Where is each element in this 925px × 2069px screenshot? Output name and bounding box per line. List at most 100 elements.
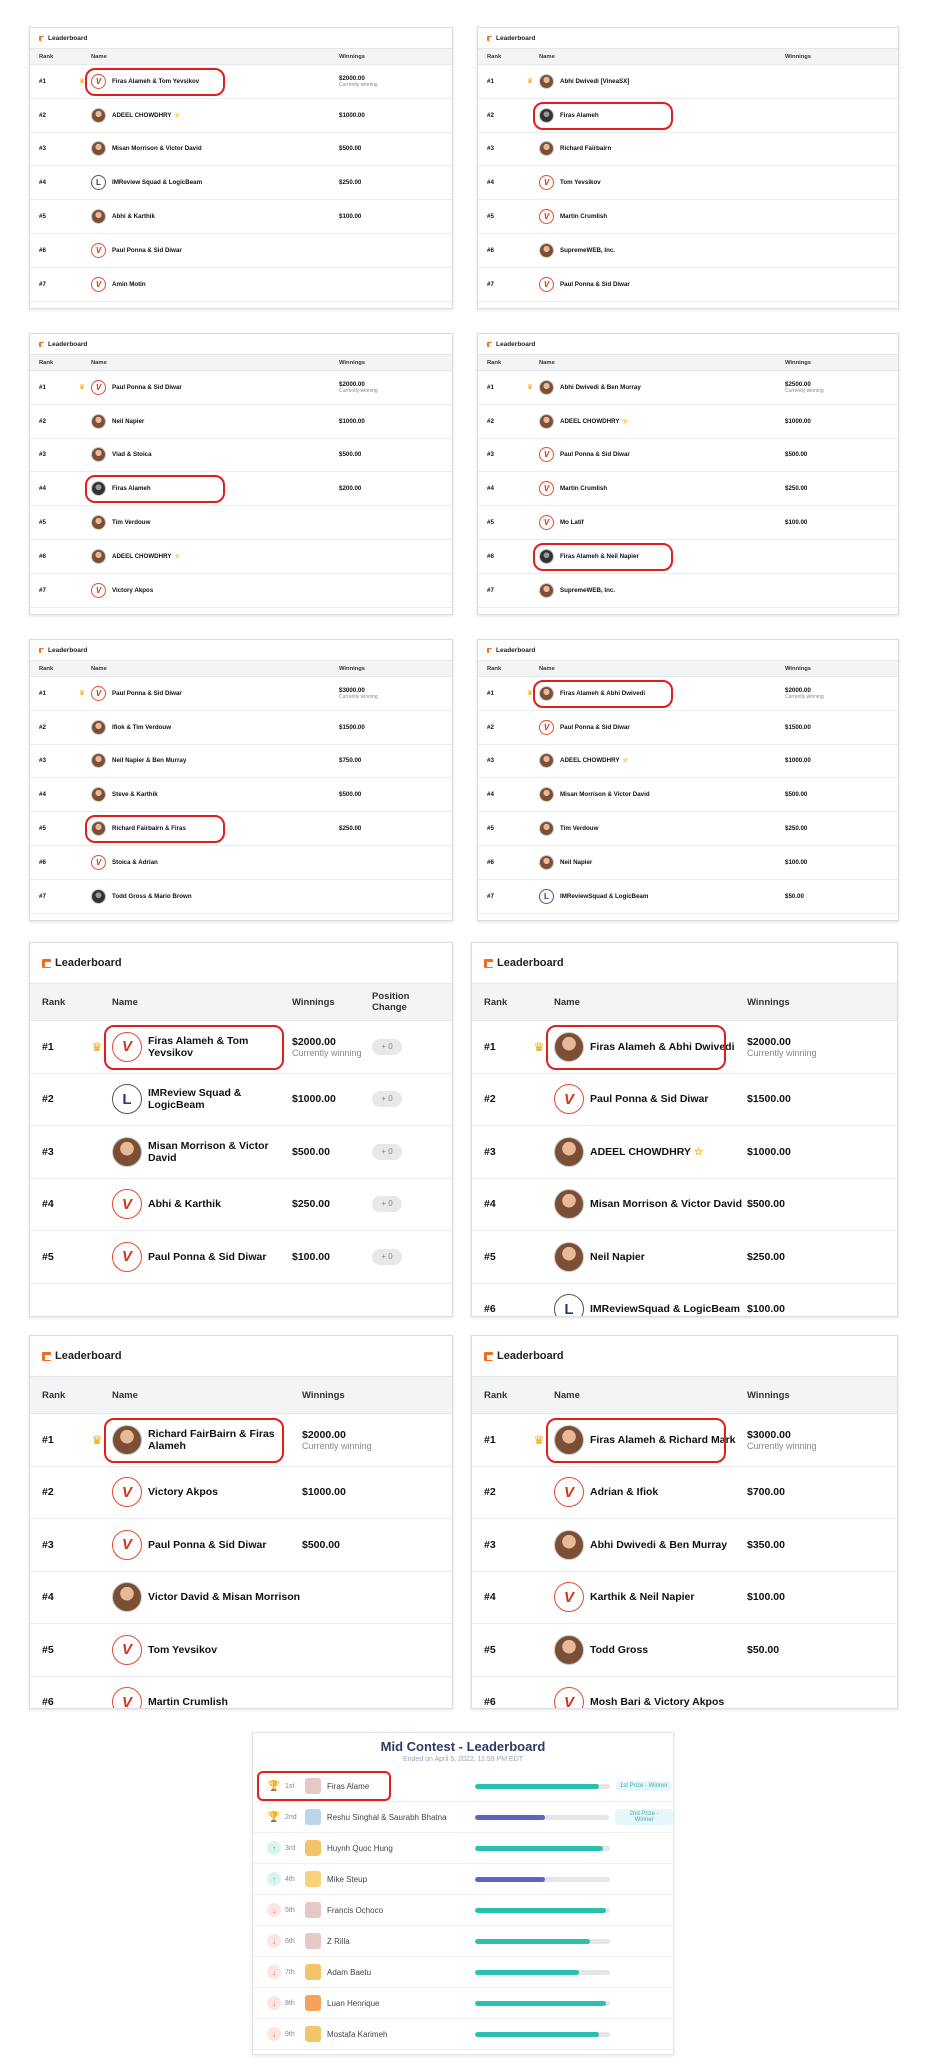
rank-cell: #1 <box>484 1433 496 1446</box>
table-row[interactable]: #6 V Martin Crumlish <box>30 1677 452 1708</box>
table-row[interactable]: #1 ♛ V Firas Alameh & Tom Yevsikov $2000.00 C… <box>30 1021 452 1074</box>
mid-row[interactable]: ↑ 4th Mike Steup <box>253 1864 673 1895</box>
table-row[interactable]: #1 ♛ V Paul Ponna & Sid Diwar $3000.00 Curren… <box>30 677 452 711</box>
participant-name: Victor David & Misan Morrison <box>148 1591 301 1604</box>
participant-name: Abhi & Karthik <box>112 213 155 221</box>
table-row[interactable]: #5 Abhi & Karthik $100.00 <box>30 200 452 234</box>
crown-icon: ♛ <box>91 1039 103 1054</box>
table-row[interactable]: #6 L IMReviewSquad & LogicBeam $100.00 <box>472 1284 897 1316</box>
rank-cell: #6 <box>487 552 494 560</box>
col-name: Name <box>539 53 555 60</box>
table-row[interactable]: #2 V Adrian & Ifiok $700.00 <box>472 1467 897 1519</box>
table-row[interactable]: #2 V Paul Ponna & Sid Diwar $1500.00 <box>472 1074 897 1126</box>
mid-row[interactable]: ↓ 7th Adam Baetu <box>253 1957 673 1988</box>
table-row[interactable]: #3 V Paul Ponna & Sid Diwar $500.00 <box>478 439 898 473</box>
table-row[interactable]: #5 Neil Napier $250.00 <box>472 1231 897 1284</box>
winnings-cell: $350.00 <box>747 1539 887 1551</box>
table-row[interactable]: #6 ADEEL CHOWDHRY ☆ <box>30 540 452 574</box>
table-row[interactable]: #6 Neil Napier $100.00 <box>478 846 898 880</box>
mid-row[interactable]: ↓ 9th Mostafa Karimeh <box>253 2019 673 2050</box>
progress-bar <box>475 2031 610 2037</box>
table-row[interactable]: #7 V Amin Motin <box>30 268 452 302</box>
col-name: Name <box>554 996 580 1008</box>
table-row[interactable]: #7 V Victory Akpos <box>30 574 452 608</box>
mid-row[interactable]: ↓ 5th Francis Ochoco <box>253 1895 673 1926</box>
table-row[interactable]: #5 V Tom Yevsikov <box>30 1624 452 1677</box>
table-row[interactable]: #4 V Abhi & Karthik $250.00 + 0 <box>30 1179 452 1231</box>
table-row[interactable]: #1 ♛ Firas Alameh & Abhi Dwivedi $2000.00 Cu… <box>472 1021 897 1074</box>
table-row[interactable]: #6 V Mosh Bari & Victory Akpos <box>472 1677 897 1708</box>
table-row[interactable]: #5 Richard Fairbairn & Firas $250.00 <box>30 812 452 846</box>
table-row[interactable]: #1 ♛ Abhi Dwivedi & Ben Murray $2500.00 Curr… <box>478 371 898 405</box>
rank-cell: #6 <box>39 246 46 254</box>
table-row[interactable]: #4 Misan Morrison & Victor David $500.00 <box>478 778 898 813</box>
table-row[interactable]: #3 Neil Napier & Ben Murray $750.00 <box>30 745 452 779</box>
leaderboard-title: Leaderboard <box>48 340 88 348</box>
mid-row[interactable]: ↓ 6th Z Rilla <box>253 1926 673 1957</box>
table-row[interactable]: #2 V Paul Ponna & Sid Diwar $1500.00 <box>478 711 898 745</box>
table-row[interactable]: #4 Victor David & Misan Morrison <box>30 1572 452 1624</box>
table-row[interactable]: #5 Tim Verdouw <box>30 506 452 540</box>
table-row[interactable]: #1 ♛ V Firas Alameh & Tom Yevsikov $2000.00 C… <box>30 65 452 99</box>
mid-row[interactable]: ↓ 8th Luan Henrique <box>253 1988 673 2019</box>
table-row[interactable]: #4 V Martin Crumlish $250.00 <box>478 472 898 507</box>
table-row[interactable]: #7 V Paul Ponna & Sid Diwar <box>478 268 898 302</box>
table-row[interactable]: #4 V Karthik & Neil Napier $100.00 <box>472 1572 897 1624</box>
table-row[interactable]: #5 V Paul Ponna & Sid Diwar $100.00 + 0 <box>30 1231 452 1284</box>
rank-cell: #3 <box>487 451 494 459</box>
table-row[interactable]: #2 ADEEL CHOWDHRY ☆ $1000.00 <box>478 405 898 439</box>
leaderboard-title: Leaderboard <box>55 1350 122 1362</box>
table-row[interactable]: #2 ADEEL CHOWDHRY ☆ $1000.00 <box>30 99 452 133</box>
table-row[interactable]: #6 Firas Alameh & Neil Napier <box>478 540 898 574</box>
table-row[interactable]: #6 V Paul Ponna & Sid Diwar <box>30 234 452 268</box>
winnings-cell: $250.00 <box>785 485 885 492</box>
name-cell: V Amin Motin <box>91 276 339 292</box>
table-row[interactable]: #4 Misan Morrison & Victor David $500.00 <box>472 1179 897 1231</box>
leaderboard-header: Leaderboard <box>478 334 898 354</box>
table-row[interactable]: #1 ♛ Firas Alameh & Richard Mark $3000.00 Cu… <box>472 1414 897 1467</box>
table-row[interactable]: #5 Todd Gross $50.00 <box>472 1624 897 1677</box>
table-row[interactable]: #2 Ifiok & Tim Verdouw $1500.00 <box>30 711 452 745</box>
table-row[interactable]: #3 Vlad & Stoica $500.00 <box>30 439 452 473</box>
mid-row[interactable]: ↑ 3rd Huynh Quoc Hung <box>253 1833 673 1864</box>
table-row[interactable]: #5 V Mo Latif $100.00 <box>478 506 898 540</box>
table-row[interactable]: #7 SupremeWEB, Inc. <box>478 574 898 608</box>
table-row[interactable]: #2 Firas Alameh <box>478 99 898 133</box>
table-row[interactable]: #5 Tim Verdouw $250.00 <box>478 812 898 846</box>
table-row[interactable]: #1 ♛ V Paul Ponna & Sid Diwar $2000.00 Curren… <box>30 371 452 405</box>
table-row[interactable]: #3 Abhi Dwivedi & Ben Murray $350.00 <box>472 1519 897 1572</box>
table-row[interactable]: #5 V Martin Crumlish <box>478 200 898 234</box>
winnings-value: $2000.00 <box>339 380 365 388</box>
table-row[interactable]: #3 Misan Morrison & Victor David $500.00 + … <box>30 1126 452 1179</box>
table-row[interactable]: #3 Misan Morrison & Victor David $500.00 <box>30 133 452 167</box>
table-row[interactable]: #3 Richard Fairbairn <box>478 133 898 167</box>
table-row[interactable]: #7 Todd Gross & Mario Brown <box>30 880 452 914</box>
mid-row[interactable]: 🏆 2nd Reshu Singhal & Saurabh Bhatna 2nd Pr… <box>253 1802 673 1833</box>
table-row[interactable]: #6 SupremeWEB, Inc. <box>478 234 898 268</box>
table-row[interactable]: #2 Neil Napier $1000.00 <box>30 405 452 439</box>
table-row[interactable]: #4 L IMReview Squad & LogicBeam $250.00 <box>30 166 452 201</box>
table-row[interactable]: #2 L IMReview Squad & LogicBeam $1000.00 + 0 <box>30 1074 452 1126</box>
table-row[interactable]: #4 Steve & Karthik $500.00 <box>30 778 452 813</box>
avatar: V <box>539 276 554 292</box>
table-row[interactable]: #1 ♛ Firas Alameh & Abhi Dwivedi $2000.00 Cu… <box>478 677 898 711</box>
leaderboard-panel: Leaderboard Rank Name Winnings #1 ♛ Firas Alam… <box>471 942 898 1317</box>
table-row[interactable]: #4 Firas Alameh $200.00 <box>30 472 452 507</box>
participant-name: Paul Ponna & Sid Diwar <box>148 1250 267 1263</box>
table-row[interactable]: #7 L IMReviewSquad & LogicBeam $50.00 <box>478 880 898 914</box>
table-row[interactable]: #1 ♛ Richard FairBairn & Firas Alameh $2000… <box>30 1414 452 1467</box>
winnings-value: $500.00 <box>747 1198 785 1211</box>
table-row[interactable]: #4 V Tom Yevsikov <box>478 166 898 201</box>
winnings-value: $2000.00 <box>785 686 811 694</box>
mid-row[interactable]: 🏆 1st Firas Alame 1st Prize - Winner <box>253 1771 673 1802</box>
progress-bar <box>475 1845 610 1851</box>
winnings-value: $3000.00 <box>339 686 365 694</box>
name-cell: L IMReviewSquad & LogicBeam <box>554 1294 747 1316</box>
table-row[interactable]: #6 V Stoica & Adrian <box>30 846 452 880</box>
table-row[interactable]: #3 V Paul Ponna & Sid Diwar $500.00 <box>30 1519 452 1572</box>
winnings-value: $1000.00 <box>292 1093 336 1106</box>
table-row[interactable]: #3 ADEEL CHOWDHRY ☆ $1000.00 <box>472 1126 897 1179</box>
table-row[interactable]: #2 V Victory Akpos $1000.00 <box>30 1467 452 1519</box>
table-row[interactable]: #3 ADEEL CHOWDHRY ☆ $1000.00 <box>478 745 898 779</box>
table-row[interactable]: #1 ♛ Abhi Dwivedi [VineaSX] <box>478 65 898 99</box>
